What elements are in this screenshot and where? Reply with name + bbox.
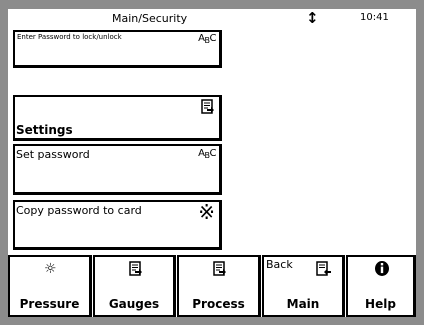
tab-gauges[interactable]: Gauges [93, 255, 176, 317]
sun-icon: ☼ [44, 261, 57, 277]
copy-password-to-card-button[interactable]: Copy password to card ※ [13, 200, 222, 250]
page-title: Main/Security [112, 12, 188, 25]
tab-pressure[interactable]: ☼ Pressure [8, 255, 92, 317]
clock-time: 10:41 [360, 12, 389, 23]
status-header: Main/Security ↕ 10:41 [8, 9, 416, 27]
copy-password-label: Copy password to card [16, 204, 142, 217]
enter-password-button[interactable]: Enter Password to lock/unlock ABC [13, 30, 222, 68]
settings-label: Settings [16, 123, 73, 137]
tab-help-label: Help [365, 297, 396, 311]
back-label: Back [266, 258, 293, 271]
settings-button[interactable]: Settings [13, 95, 222, 141]
settings-page-icon [201, 99, 214, 114]
asterisk-icon: ※ [198, 200, 215, 224]
device-screen: Main/Security ↕ 10:41 Enter Password to … [8, 9, 416, 317]
tab-gauges-label: Gauges [108, 297, 160, 311]
tab-back-main[interactable]: Back Main [262, 255, 345, 317]
enter-password-label: Enter Password to lock/unlock [17, 33, 122, 41]
tab-help[interactable]: Help [346, 255, 416, 317]
abc-keyboard-icon: ABC [198, 33, 216, 45]
tab-pressure-label: Pressure [19, 297, 80, 311]
tab-main-label: Main [286, 297, 320, 311]
info-icon [375, 261, 389, 276]
page-arrow-icon [213, 261, 226, 276]
back-page-icon [316, 261, 331, 276]
abc-keyboard-icon: ABC [198, 148, 216, 160]
set-password-button[interactable]: Set password ABC [13, 144, 222, 195]
tab-process-label: Process [192, 297, 245, 311]
page-arrow-icon [129, 261, 142, 276]
set-password-label: Set password [16, 148, 90, 161]
up-down-arrow-icon: ↕ [306, 9, 319, 27]
tab-process[interactable]: Process [177, 255, 261, 317]
